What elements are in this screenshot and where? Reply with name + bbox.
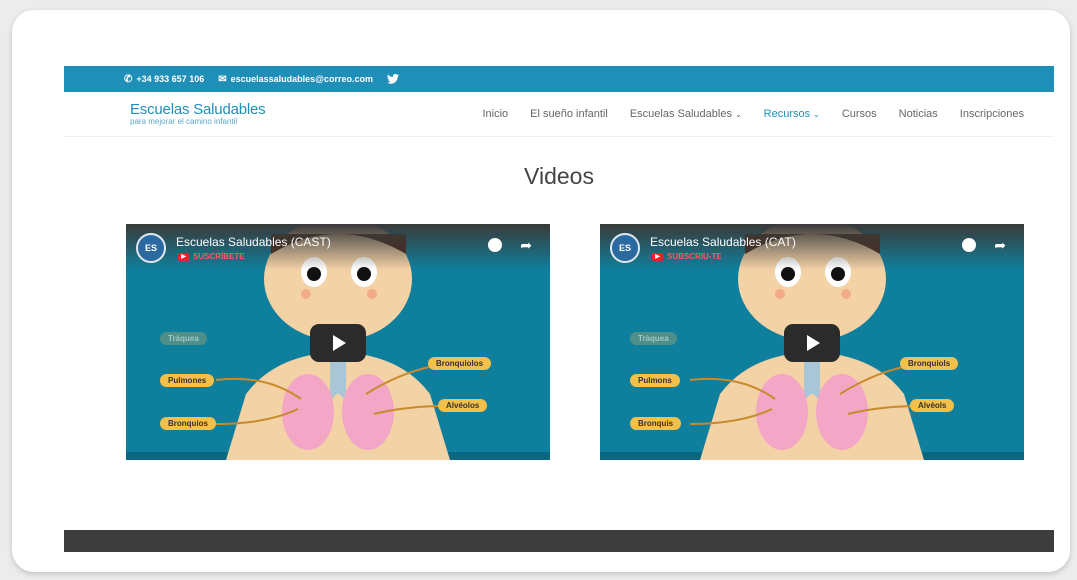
nav-item-noticias[interactable]: Noticias [899, 108, 938, 120]
channel-avatar[interactable]: ES [610, 233, 640, 263]
label-trachea: Tráquea [160, 332, 207, 345]
subscribe-label: SUBSCRIU-TE [667, 252, 722, 261]
site-footer [64, 530, 1054, 552]
play-button[interactable] [784, 324, 840, 362]
email-icon: ✉ [218, 73, 227, 85]
label-lungs: Pulmones [160, 374, 215, 387]
label-bronchi: Bronquios [160, 417, 216, 430]
phone-contact[interactable]: ✆ +34 933 657 106 [124, 74, 204, 85]
nav-item-label: Inicio [482, 108, 509, 120]
nav-item-inicio[interactable]: Inicio [482, 108, 508, 120]
nav-item-sueno-infantil[interactable]: El sueño infantil [530, 108, 608, 120]
watch-later-icon[interactable] [962, 238, 976, 252]
label-bronchioles: Bronquiolos [428, 357, 492, 370]
label-alveoli: Alvéolos [438, 399, 488, 412]
label-bronchioles: Bronquiols [900, 357, 959, 370]
share-icon[interactable]: ➦ [520, 237, 532, 254]
footer-text [64, 530, 1054, 538]
subscribe-label: SUSCRÍBETE [193, 252, 245, 261]
website: ✆ +34 933 657 106 ✉ escuelassaludables@c… [64, 66, 1054, 552]
share-icon[interactable]: ➦ [994, 237, 1006, 254]
nav-item-label: El sueño infantil [530, 108, 608, 120]
label-lungs: Pulmons [630, 374, 680, 387]
email-address: escuelassaludables@correo.com [230, 74, 373, 84]
logo-title: Escuelas Saludables [130, 101, 266, 118]
youtube-icon: ▶ [178, 252, 189, 261]
phone-icon: ✆ [124, 73, 133, 85]
phone-number: +34 933 657 106 [136, 74, 205, 84]
video-title[interactable]: Escuelas Saludables (CAT) [650, 235, 796, 249]
nav-item-label: Cursos [841, 108, 877, 120]
label-alveoli: Alvèols [910, 399, 955, 412]
label-trachea: Tràquea [630, 332, 677, 345]
nav-item-recursos[interactable]: Recursos ⌄ [764, 108, 820, 120]
video-player-cast[interactable]: ES Escuelas Saludables (CAST) ▶ SUSCRÍBET… [126, 224, 550, 460]
channel-avatar[interactable]: ES [136, 233, 166, 263]
nav-item-label: Inscripciones [959, 108, 1024, 120]
twitter-link[interactable] [386, 74, 399, 84]
chevron-down-icon: ⌄ [813, 110, 820, 119]
play-button[interactable] [310, 324, 366, 362]
email-contact[interactable]: ✉ escuelassaludables@correo.com [218, 74, 373, 85]
main-nav: Inicio El sueño infantil Escuelas Saluda… [482, 108, 1024, 120]
nav-item-label: Recursos [763, 108, 811, 120]
nav-item-label: Noticias [898, 108, 938, 120]
chevron-down-icon: ⌄ [734, 110, 742, 119]
site-logo[interactable]: Escuelas Saludables para mejorar el cami… [130, 101, 266, 126]
subscribe-button[interactable]: ▶ SUSCRÍBETE [178, 252, 245, 261]
nav-item-inscripciones[interactable]: Inscripciones [960, 108, 1024, 120]
video-player-cat[interactable]: ES Escuelas Saludables (CAT) ▶ SUBSCRIU-T… [600, 224, 1024, 460]
nav-item-label: Escuelas Saludables [629, 108, 732, 120]
video-title[interactable]: Escuelas Saludables (CAST) [176, 235, 331, 249]
nav-item-cursos[interactable]: Cursos [842, 108, 877, 120]
page-title: Videos [524, 163, 594, 190]
label-bronchi: Bronquis [630, 417, 682, 430]
nav-item-escuelas-saludables[interactable]: Escuelas Saludables ⌄ [630, 108, 742, 120]
twitter-icon [386, 74, 399, 84]
logo-subtitle: para mejorar el camino infantil [130, 117, 238, 126]
youtube-icon: ▶ [652, 252, 663, 261]
play-icon [807, 335, 820, 351]
site-header: Escuelas Saludables para mejorar el cami… [64, 92, 1054, 137]
top-bar: ✆ +34 933 657 106 ✉ escuelassaludables@c… [64, 66, 1054, 92]
watch-later-icon[interactable] [488, 238, 502, 252]
subscribe-button[interactable]: ▶ SUBSCRIU-TE [652, 252, 722, 261]
screenshot-card: ✆ +34 933 657 106 ✉ escuelassaludables@c… [12, 10, 1070, 572]
play-icon [333, 335, 346, 351]
